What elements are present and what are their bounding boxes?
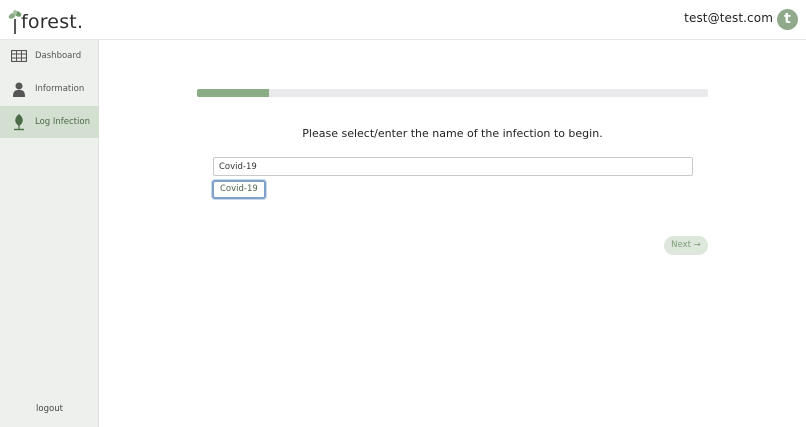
- avatar[interactable]: t: [777, 9, 798, 30]
- sidebar-item-log-infection[interactable]: Log Infection: [0, 106, 99, 138]
- logout-link[interactable]: logout: [0, 404, 99, 414]
- infection-suggestion[interactable]: Covid-19: [212, 180, 266, 199]
- sidebar-item-information[interactable]: Information: [0, 73, 99, 105]
- table-grid-icon: [10, 47, 28, 65]
- sidebar-item-label: Log Infection: [35, 117, 90, 127]
- next-button[interactable]: Next →: [664, 236, 708, 255]
- progress-bar: [197, 89, 708, 97]
- sidebar-item-label: Information: [35, 84, 85, 94]
- sidebar-item-label: Dashboard: [35, 51, 82, 61]
- forest-logo[interactable]: forest.: [8, 6, 83, 34]
- infection-name-input[interactable]: [213, 157, 693, 176]
- tree-logo-icon: [8, 10, 22, 34]
- sidebar-item-dashboard[interactable]: Dashboard: [0, 40, 99, 72]
- progress-fill: [197, 89, 269, 97]
- logo-text: forest.: [21, 11, 84, 33]
- user-email[interactable]: test@test.com: [684, 11, 773, 25]
- page-prompt: Please select/enter the name of the infe…: [302, 127, 603, 140]
- top-header: forest. test@test.com t: [0, 0, 806, 40]
- person-icon: [10, 80, 28, 98]
- sidebar: Dashboard Information Log Infection logo…: [0, 40, 99, 427]
- leaf-icon: [10, 113, 28, 131]
